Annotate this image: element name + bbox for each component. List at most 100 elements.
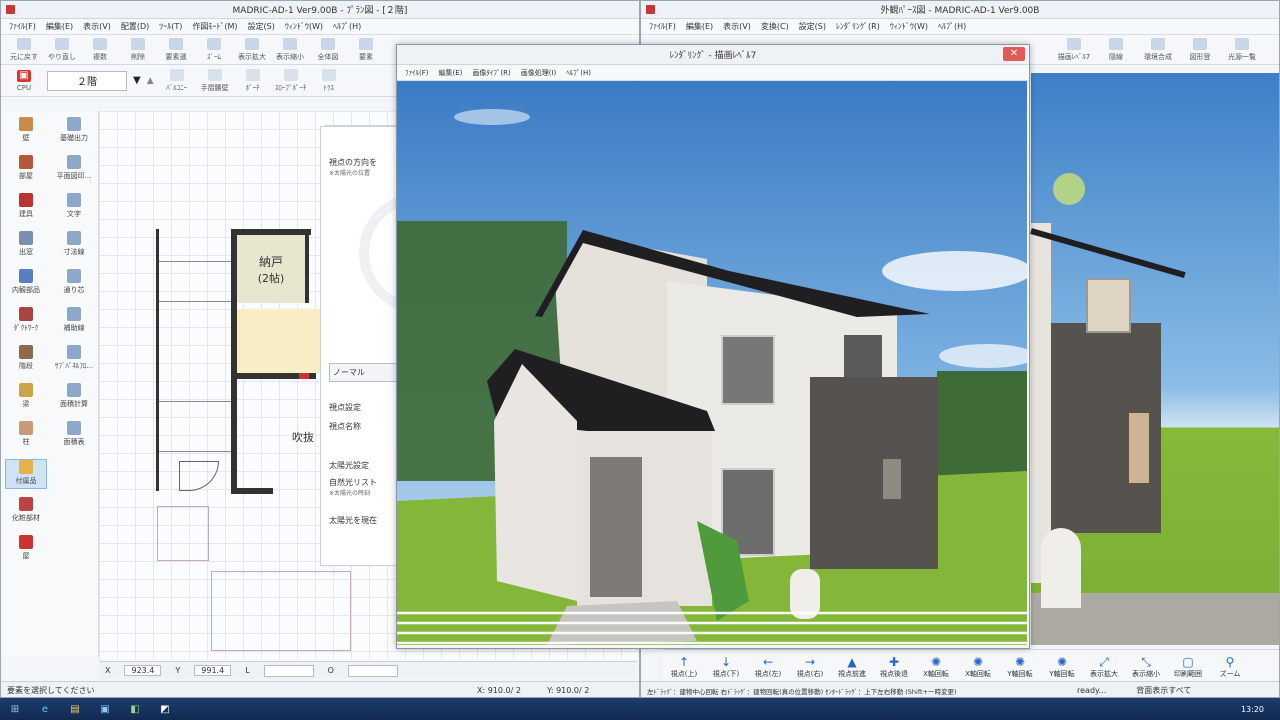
menu-item[interactable]: 編集(E) bbox=[439, 68, 463, 78]
menu-item[interactable]: ﾍﾙﾌﾟ(H) bbox=[566, 68, 591, 78]
nav-button[interactable]: ↑ 視点(上) bbox=[663, 650, 705, 684]
sidebar-item[interactable]: 壁 bbox=[5, 117, 47, 147]
toolbar-button[interactable]: 手摺腰壁 bbox=[198, 67, 232, 95]
sidebar-item[interactable]: ﾀﾞｸﾄﾜｰｸ bbox=[5, 307, 47, 337]
app-taskbar-icon[interactable]: ▣ bbox=[94, 700, 116, 718]
nav-button[interactable]: ⚲ ズーム bbox=[1209, 650, 1251, 684]
toolbar-button[interactable]: 削除 bbox=[121, 36, 155, 64]
menu-item[interactable]: ﾌｧｲﾙ(F) bbox=[9, 21, 36, 32]
coord-x-field[interactable]: 923.4 bbox=[124, 665, 162, 676]
zoom-out-icon bbox=[283, 37, 297, 50]
sidebar-item[interactable]: 階段 bbox=[5, 345, 47, 375]
toolbar-button[interactable]: 光源一覧 bbox=[1225, 36, 1259, 64]
menu-item[interactable]: 編集(E) bbox=[686, 21, 713, 32]
sidebar-item[interactable]: 化粧部材 bbox=[5, 497, 47, 527]
menu-item[interactable]: 画像処理(I) bbox=[521, 68, 557, 78]
menu-item[interactable]: ﾌｧｲﾙ(F) bbox=[649, 21, 676, 32]
sidebar-item[interactable]: 柱 bbox=[5, 421, 47, 451]
nav-button[interactable]: ✺ Y軸回転 bbox=[1041, 650, 1083, 684]
toolbar-button[interactable]: ﾎﾟｰﾁ bbox=[236, 67, 270, 95]
floor-select[interactable]: ２階 bbox=[47, 70, 127, 91]
ie-icon[interactable]: e bbox=[34, 700, 56, 718]
toolbar-button[interactable]: 元に戻す bbox=[7, 36, 41, 64]
toolbar-button[interactable]: ｽﾞｰﾑ bbox=[197, 36, 231, 64]
start-icon[interactable]: ⊞ bbox=[4, 700, 26, 718]
menu-item[interactable]: 作図ﾓｰﾄﾞ(M) bbox=[192, 21, 237, 32]
sidebar-item[interactable]: 内観部品 bbox=[5, 269, 47, 299]
toolbar-button[interactable]: 表示縮小 bbox=[273, 36, 307, 64]
toolbar-button[interactable]: 表示拡大 bbox=[235, 36, 269, 64]
sidebar-item[interactable]: 補助線 bbox=[53, 307, 95, 337]
nav-button[interactable]: ⤡ 表示縮小 bbox=[1125, 650, 1167, 684]
nav-label: 視点前進 bbox=[838, 670, 866, 678]
menu-item[interactable]: ｳｨﾝﾄﾞｳ(W) bbox=[890, 21, 928, 32]
toolbar-label: 環境合成 bbox=[1144, 52, 1172, 61]
nav-button[interactable]: ▲ 視点前進 bbox=[831, 650, 873, 684]
menu-item[interactable]: ｳｨﾝﾄﾞｳ(W) bbox=[285, 21, 323, 32]
menu-item[interactable]: ﾌｧｲﾙ(F) bbox=[405, 68, 429, 78]
menu-item[interactable]: 表示(V) bbox=[723, 21, 751, 32]
sidebar-item[interactable]: 面積計算 bbox=[53, 383, 95, 413]
toolbar-button[interactable]: 全体図 bbox=[311, 36, 345, 64]
app2-taskbar-icon[interactable]: ◧ bbox=[124, 700, 146, 718]
chevron-down-icon[interactable]: ▼ bbox=[133, 75, 141, 86]
perspective-canvas[interactable] bbox=[1030, 73, 1279, 645]
sidebar-item[interactable]: 部屋 bbox=[5, 155, 47, 185]
sidebar-item[interactable]: ｻﾌﾞﾊﾟﾈﾙﾌﾛ... bbox=[53, 345, 95, 375]
sidebar-item[interactable]: 通り芯 bbox=[53, 269, 95, 299]
cpu-button[interactable]: ▣ CPU bbox=[7, 67, 41, 95]
toolbar-label: 元に戻す bbox=[10, 52, 38, 61]
menu-item[interactable]: 変換(C) bbox=[761, 21, 789, 32]
nav-button[interactable]: ✺ X軸回転 bbox=[957, 650, 999, 684]
toolbar-label: 表示縮小 bbox=[276, 52, 304, 61]
menu-item[interactable]: ﾚﾝﾀﾞﾘﾝｸﾞ(R) bbox=[836, 21, 880, 32]
sidebar-item[interactable]: 付属品 bbox=[5, 459, 47, 489]
toolbar-button[interactable]: やり直し bbox=[45, 36, 79, 64]
menu-item[interactable]: 表示(V) bbox=[83, 21, 111, 32]
toolbar-button[interactable]: 隠線 bbox=[1099, 36, 1133, 64]
toolbar-button[interactable]: ﾊﾞﾙｺﾆｰ bbox=[160, 67, 194, 95]
menu-item[interactable]: ﾍﾙﾌﾟ(H) bbox=[333, 21, 361, 32]
sidebar-label: 出窓 bbox=[19, 248, 33, 256]
sidebar-item[interactable]: 平面図印... bbox=[53, 155, 95, 185]
menu-item[interactable]: ﾍﾙﾌﾟ(H) bbox=[938, 21, 966, 32]
toolbar-label: 光源一覧 bbox=[1228, 52, 1256, 61]
nav-button[interactable]: ↓ 視点(下) bbox=[705, 650, 747, 684]
close-button[interactable]: ✕ bbox=[1003, 47, 1025, 61]
toolbar-button[interactable]: 要素 bbox=[349, 36, 383, 64]
sidebar-item[interactable]: 面積表 bbox=[53, 421, 95, 451]
toolbar-button[interactable]: 要素選 bbox=[159, 36, 193, 64]
nav-button[interactable]: ✺ X軸回転 bbox=[915, 650, 957, 684]
toolbar-button[interactable]: 描画ﾚﾍﾞﾙ7 bbox=[1057, 36, 1091, 64]
menu-item[interactable]: 画像ﾀｲﾌﾟ(R) bbox=[472, 68, 510, 78]
menu-item[interactable]: 編集(E) bbox=[46, 21, 73, 32]
coord-y-field[interactable]: 991.4 bbox=[194, 665, 232, 676]
app3-taskbar-icon[interactable]: ◩ bbox=[154, 700, 176, 718]
nav-button[interactable]: ✚ 視点後退 bbox=[873, 650, 915, 684]
nav-button[interactable]: ▢ 印刷範囲 bbox=[1167, 650, 1209, 684]
menu-item[interactable]: ﾂｰﾙ(T) bbox=[159, 21, 182, 32]
nav-button[interactable]: ⤢ 表示拡大 bbox=[1083, 650, 1125, 684]
sidebar-item[interactable]: 文字 bbox=[53, 193, 95, 223]
toolbar-button[interactable]: 環境合成 bbox=[1141, 36, 1175, 64]
sidebar-item[interactable]: 基礎出力 bbox=[53, 117, 95, 147]
toolbar-button[interactable]: ｽﾛｰﾌﾟﾎﾟｰﾁ bbox=[274, 67, 308, 95]
toolbar-button[interactable]: 複数 bbox=[83, 36, 117, 64]
nav-button[interactable]: ✺ Y軸回転 bbox=[999, 650, 1041, 684]
nav-button[interactable]: ← 視点(左) bbox=[747, 650, 789, 684]
sidebar-item[interactable]: 建具 bbox=[5, 193, 47, 223]
explorer-icon[interactable]: ▤ bbox=[64, 700, 86, 718]
menu-item[interactable]: 配置(D) bbox=[121, 21, 149, 32]
menu-item[interactable]: 設定(S) bbox=[799, 21, 826, 32]
nav-button[interactable]: → 視点(右) bbox=[789, 650, 831, 684]
chevron-up-icon[interactable]: ▲ bbox=[147, 76, 154, 86]
normal-button[interactable]: ノーマル bbox=[329, 363, 401, 382]
sidebar-item[interactable]: 屋 bbox=[5, 535, 47, 565]
toolbar-label: ｽﾞｰﾑ bbox=[207, 52, 221, 61]
sidebar-item[interactable]: 出窓 bbox=[5, 231, 47, 261]
toolbar-button[interactable]: ﾄﾗｽ bbox=[312, 67, 346, 95]
sidebar-item[interactable]: 寸法線 bbox=[53, 231, 95, 261]
sidebar-item[interactable]: 梁 bbox=[5, 383, 47, 413]
toolbar-button[interactable]: 図形登 bbox=[1183, 36, 1217, 64]
menu-item[interactable]: 設定(S) bbox=[248, 21, 275, 32]
